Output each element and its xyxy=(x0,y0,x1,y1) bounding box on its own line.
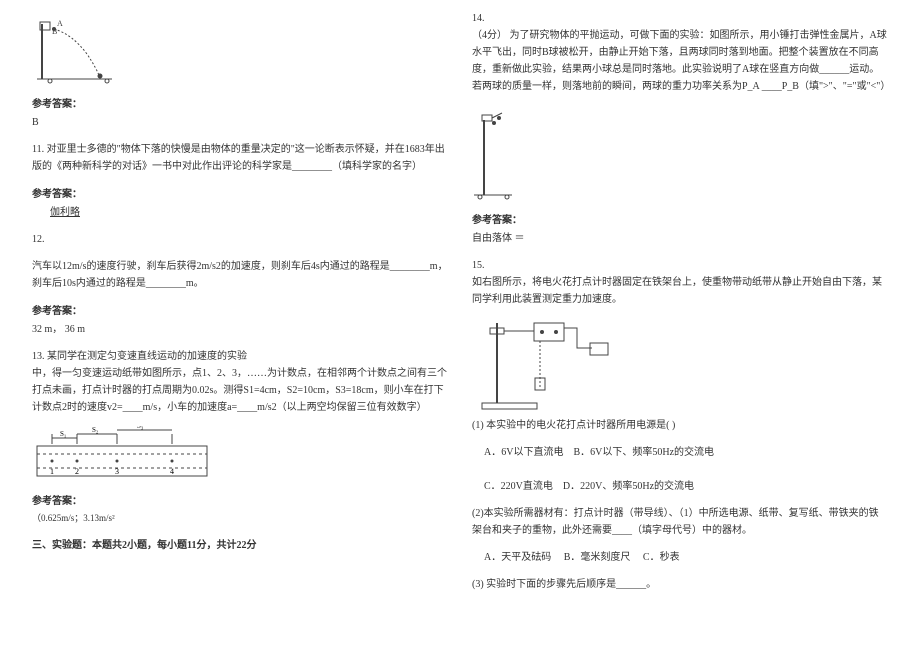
q13-answer: （0.625m/s；3.13m/s² xyxy=(32,511,448,526)
q15: 15. 如右图所示，将电火花打点计时器固定在铁架台上，使重物带动纸带从静止开始自… xyxy=(472,257,888,308)
q15-opts1: A．6V以下直流电 B．6V以下、频率50Hz的交流电 C．220V直流电 D．… xyxy=(484,444,888,495)
q15-optB: B．6V以下、频率50Hz的交流电 xyxy=(573,447,714,458)
q10-figure: A B xyxy=(32,14,448,89)
q12-num: 12. xyxy=(32,231,448,248)
q15-opts2: A．天平及砝码 B．毫米刻度尺 C．秒表 xyxy=(484,549,888,566)
q11-answer: 伽利略 xyxy=(50,204,448,221)
svg-text:S₁: S₁ xyxy=(60,430,66,438)
q15-opt2A: A．天平及砝码 xyxy=(484,552,551,563)
q15-intro: 如右图所示，将电火花打点计时器固定在铁架台上，使重物带动纸带从静止开始自由下落，… xyxy=(472,277,882,305)
q13-num: 13. xyxy=(32,351,45,362)
q11-num: 11. xyxy=(32,144,44,155)
svg-text:1: 1 xyxy=(50,467,54,476)
svg-text:4: 4 xyxy=(170,467,174,476)
q15-sub3: (3) 实验时下面的步骤先后顺序是______。 xyxy=(472,576,888,593)
q15-figure xyxy=(472,318,888,413)
q15-sub2: (2)本实验所需器材有：打点计时器（带导线）、（1）中所选电源、纸带、复写纸、带… xyxy=(472,505,888,539)
q14-answer-label: 参考答案： xyxy=(472,211,888,226)
svg-text:S₃: S₃ xyxy=(137,426,144,430)
q14: 14. （4分） 为了研究物体的平抛运动，可做下面的实验：如图所示，用小锤打击弹… xyxy=(472,10,888,95)
q12-answer: 32 m， 36 m xyxy=(32,321,448,338)
q14-score: （4分） xyxy=(472,30,507,41)
q14-answer: 自由落体 ＝ xyxy=(472,230,888,247)
q11-text: 对亚里士多德的"物体下落的快慢是由物体的重量决定的"这一论断表示怀疑，并在168… xyxy=(32,144,445,172)
q15-sub1: (1) 本实验中的电火花打点计时器所用电源是( ) xyxy=(472,417,888,434)
q15-num: 15. xyxy=(472,257,888,274)
q11-answer-label: 参考答案： xyxy=(32,185,448,200)
q10-answer: B xyxy=(32,114,448,131)
q15-opt2B: B．毫米刻度尺 xyxy=(564,552,631,563)
q13-answer-label: 参考答案： xyxy=(32,492,448,507)
q15-opt2C: C．秒表 xyxy=(643,552,680,563)
q13-text: 中，得一匀变速运动纸带如图所示，点1、2、3，……为计数点，在相邻两个计数点之间… xyxy=(32,368,447,413)
q12-answer-label: 参考答案： xyxy=(32,302,448,317)
svg-text:3: 3 xyxy=(115,467,119,476)
q15-optC: C．220V直流电 xyxy=(484,481,553,492)
q14-num: 14. xyxy=(472,10,888,27)
svg-text:2: 2 xyxy=(75,467,79,476)
q12-text: 汽车以12m/s的速度行驶，刹车后获得2m/s2的加速度，则刹车后4s内通过的路… xyxy=(32,258,448,292)
section-3-title: 三、实验题：本题共2小题，每小题11分，共计22分 xyxy=(32,536,448,551)
q14-figure xyxy=(472,105,888,205)
svg-text:A: A xyxy=(57,19,63,28)
q13-figure: 1 2 3 4 S₁ S₂ S₃ xyxy=(32,426,448,486)
svg-text:S₂: S₂ xyxy=(92,426,99,434)
q13-title: 某同学在测定匀变速直线运动的加速度的实验 xyxy=(47,351,247,362)
q15-optA: A．6V以下直流电 xyxy=(484,447,563,458)
q11: 11. 对亚里士多德的"物体下落的快慢是由物体的重量决定的"这一论断表示怀疑，并… xyxy=(32,141,448,175)
q13: 13. 某同学在测定匀变速直线运动的加速度的实验 中，得一匀变速运动纸带如图所示… xyxy=(32,348,448,416)
q10-answer-label: 参考答案： xyxy=(32,95,448,110)
q14-text: 为了研究物体的平抛运动，可做下面的实验：如图所示，用小锤打击弹性金属片，A球水平… xyxy=(472,30,890,92)
q15-optD: D．220V、频率50Hz的交流电 xyxy=(563,481,694,492)
